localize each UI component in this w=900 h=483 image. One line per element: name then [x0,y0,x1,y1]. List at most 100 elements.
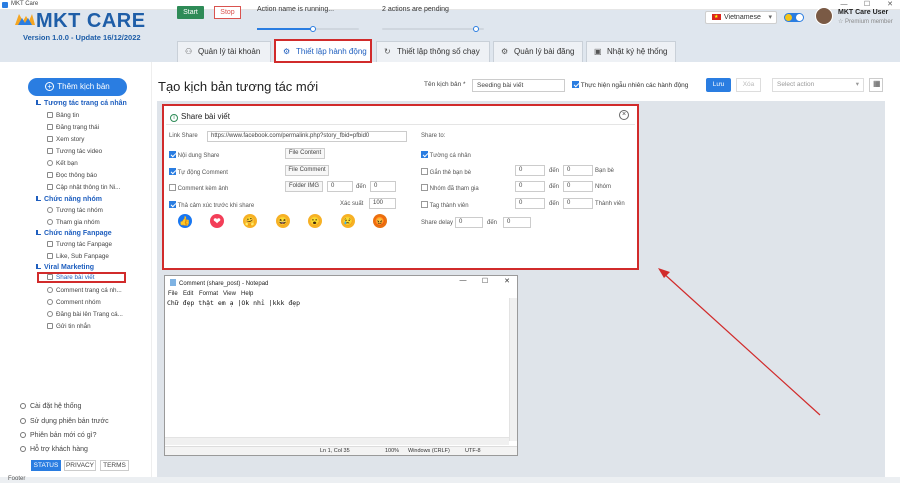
members-to-input[interactable]: 0 [563,198,593,209]
members-from-input[interactable]: 0 [515,198,545,209]
terms-button[interactable]: TERMS [100,460,129,471]
notepad-text-area[interactable]: Chữ đẹp thật em ạ |Ok nhỉ |kkk đẹp [167,299,300,307]
tab-system-log[interactable]: ▣ Nhật ký hệ thống [586,41,676,62]
menu-help[interactable]: Help [241,291,253,297]
add-script-button[interactable]: + Thêm kịch bản [28,78,127,96]
logo-text: MKT CARE [36,10,146,32]
sidebar-item-comment-group[interactable]: Comment nhóm [47,299,101,306]
account-icon: ⚇ [185,47,193,56]
share-to-label: Share to: [421,133,446,139]
tag-members-checkbox[interactable]: Tag thành viên [421,201,469,209]
file-comment-button[interactable]: File Comment [285,165,329,176]
sidebar-item-video[interactable]: Tương tác video [47,148,102,155]
share-delay-from-input[interactable]: 0 [455,217,483,228]
checkbox-icon [169,151,176,158]
sidebar-item-comment-profile[interactable]: Comment trang cá nh... [47,287,122,294]
content-share-checkbox[interactable]: Nội dung Share [169,151,219,159]
theme-toggle[interactable] [784,13,804,22]
section-groups[interactable]: Chức năng nhóm [36,196,102,203]
sidebar-item-update-info[interactable]: Cập nhật thông tin Ni... [47,184,120,191]
link-share-label: Link Share [169,133,198,139]
sidebar-item-story[interactable]: Xem story [47,136,84,143]
sidebar-item-newsfeed[interactable]: Bảng tin [47,112,79,119]
vertical-scrollbar[interactable] [509,298,517,441]
react-before-share-checkbox[interactable]: Thả cảm xúc trước khi share [169,201,254,209]
language-select[interactable]: Vietnamese ▾ [705,11,777,24]
section-fanpage[interactable]: Chức năng Fanpage [36,230,112,237]
love-icon[interactable]: ❤ [210,214,224,228]
stop-button[interactable]: Stop [214,6,241,19]
menu-view[interactable]: View [223,291,236,297]
horizontal-scrollbar[interactable] [165,437,509,445]
minimize-icon[interactable]: — [456,277,470,284]
start-button[interactable]: Start [177,6,204,19]
random-order-checkbox[interactable]: Thực hiện ngẫu nhiên các hành động [572,81,688,89]
tab-account[interactable]: ⚇ Quản lý tài khoản [177,41,271,62]
sidebar-item-like-fanpage[interactable]: Like, Sub Fanpage [47,253,109,260]
share-delay-label: Share delay [421,220,454,226]
sidebar-item-join-group[interactable]: Tham gia nhóm [47,219,100,226]
sidebar-item-send-message[interactable]: Gửi tin nhắn [47,323,91,330]
tag-friends-checkbox[interactable]: Gắn thẻ bạn bè [421,168,471,176]
sidebar-item-group-interact[interactable]: Tương tác nhóm [47,207,103,214]
select-action-dropdown[interactable]: Select action ▾ [772,78,864,92]
care-icon[interactable]: 🤗 [243,214,257,228]
tab-posts[interactable]: ⚙ Quản lý bài đăng [493,41,583,62]
tag-friends-from-input[interactable]: 0 [515,165,545,176]
sidebar-whats-new[interactable]: Phiên bản mới có gì? [20,432,96,439]
sidebar-support[interactable]: Hỗ trợ khách hàng [20,446,88,453]
sidebar-item-post-status[interactable]: Đăng trạng thái [47,124,99,131]
folder-img-button[interactable]: Folder IMG [285,181,323,192]
grid-view-button[interactable] [869,78,883,92]
script-name-input[interactable]: Seeding bài viết [472,79,565,92]
tab-action-setup[interactable]: ⚙ Thiết lập hành động [274,39,372,63]
menu-file[interactable]: File [168,291,178,297]
save-button[interactable]: Lưu [706,78,731,92]
link-share-input[interactable]: https://www.facebook.com/permalink.php?s… [207,131,407,142]
sidebar-item-add-friend[interactable]: Kết bạn [47,160,78,167]
groups-to-input[interactable]: 0 [563,181,593,192]
wow-icon[interactable]: 😮 [308,214,322,228]
like-icon[interactable]: 👍 [178,214,192,228]
share-delay-to-input[interactable]: 0 [503,217,531,228]
close-icon[interactable]: × [619,110,629,120]
haha-icon[interactable]: 😆 [276,214,290,228]
angry-icon[interactable]: 😡 [373,214,387,228]
tag-friends-to-input[interactable]: 0 [563,165,593,176]
joined-groups-checkbox[interactable]: Nhóm đã tham gia [421,184,479,192]
tab-run-settings[interactable]: ↻ Thiết lập thông số chạy [376,41,490,62]
post-icon: ⚙ [501,47,509,56]
comment-image-checkbox[interactable]: Comment kèm ảnh [169,184,228,192]
section-personal[interactable]: Tương tác trang cá nhân [36,100,127,107]
menu-edit[interactable]: Edit [183,291,193,297]
sad-icon[interactable]: 😢 [341,214,355,228]
sidebar-item-fanpage-interact[interactable]: Tương tác Fanpage [47,241,112,248]
section-viral[interactable]: Viral Marketing [36,264,94,271]
groups-from-input[interactable]: 0 [515,181,545,192]
status-button[interactable]: STATUS [31,460,61,471]
maximize-icon[interactable]: ☐ [478,277,492,285]
image-from-input[interactable]: 0 [327,181,353,192]
sidebar-item-post-profile[interactable]: Đăng bài lên Trang cá... [47,311,123,318]
members-unit-label: Thành viên [595,201,625,207]
privacy-button[interactable]: PRIVACY [64,460,96,471]
menu-format[interactable]: Format [199,291,218,297]
sidebar-system-settings[interactable]: Cài đặt hệ thống [20,403,81,410]
delete-button[interactable]: Xóa [736,78,761,92]
close-window-icon[interactable]: ✕ [500,277,514,285]
window-title: MKT Care [11,1,39,7]
footer: Footer [0,476,900,483]
sidebar-item-notifications[interactable]: Đọc thông báo [47,172,97,179]
chevron-down-icon: ▾ [768,14,772,21]
checkbox-icon [169,184,176,191]
avatar[interactable] [815,7,833,25]
sidebar-previous-version[interactable]: Sử dụng phiên bản trước [20,418,109,425]
page-title: Tạo kịch bản tương tác mới [158,79,319,94]
image-to-input[interactable]: 0 [370,181,396,192]
auto-comment-checkbox[interactable]: Tự động Comment [169,168,228,176]
personal-page-checkbox[interactable]: Tường cá nhân [421,151,471,159]
chevron-down-icon: ▾ [855,81,859,88]
sidebar-item-share-post[interactable]: Share bài viết [37,272,126,283]
file-content-button[interactable]: File Content [285,148,325,159]
probability-input[interactable]: 100 [369,198,396,209]
